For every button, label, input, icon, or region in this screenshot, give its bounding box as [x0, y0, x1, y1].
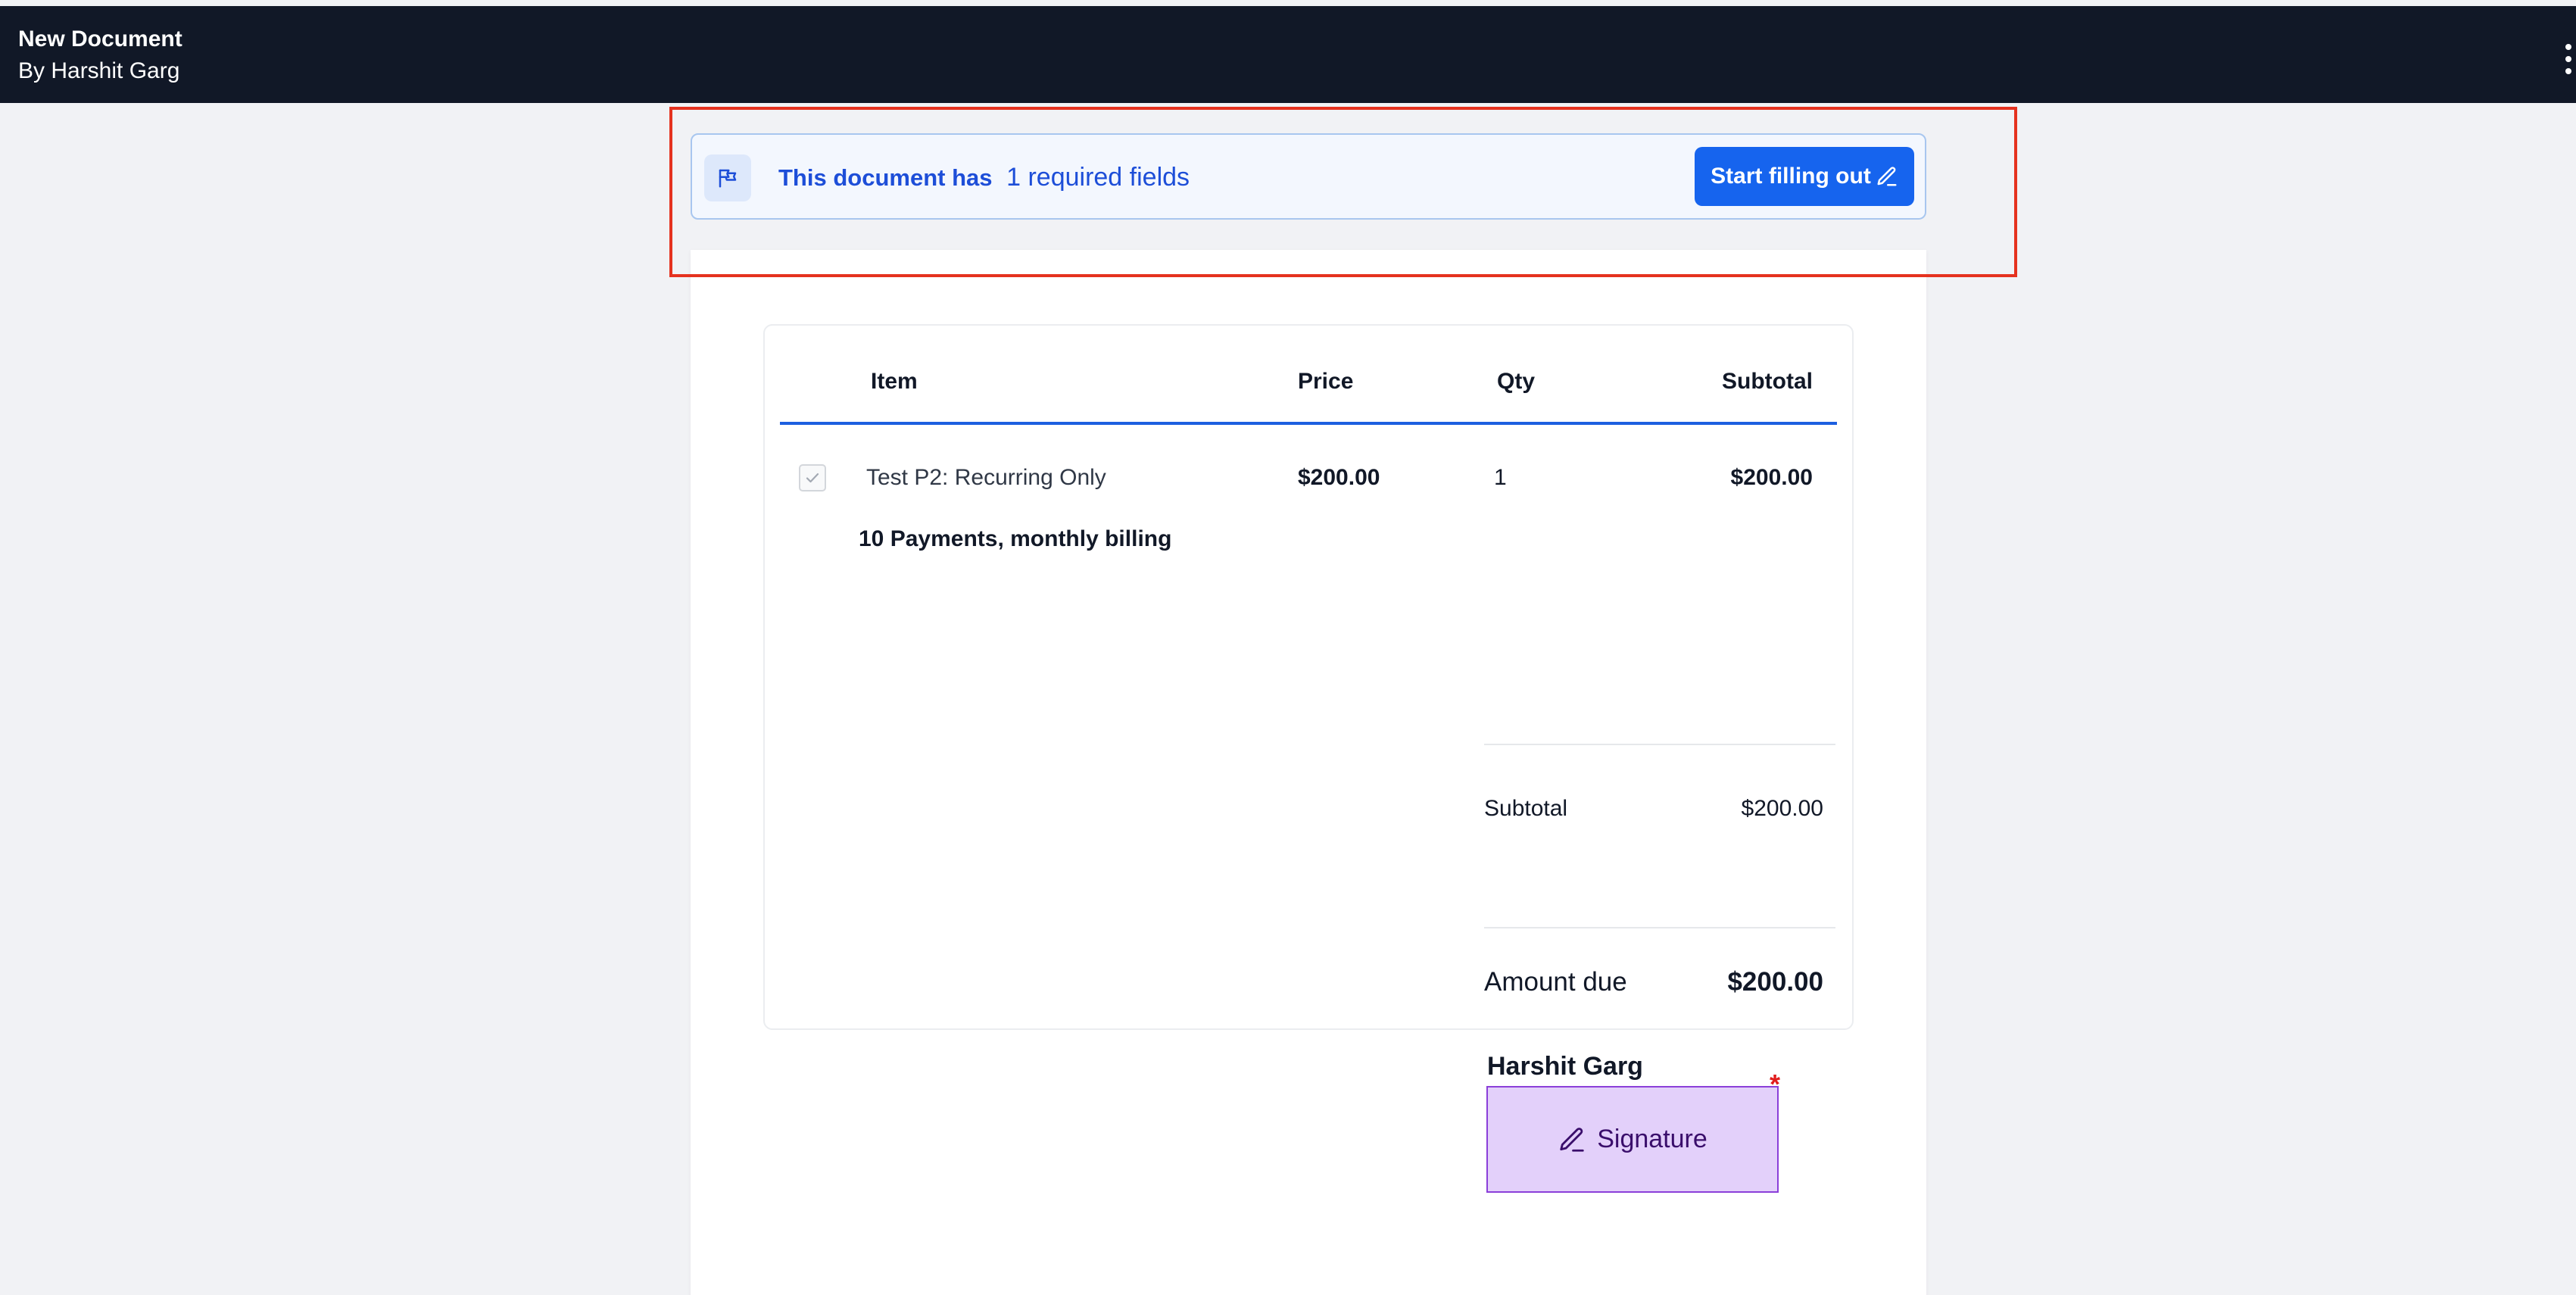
start-filling-out-label: Start filling out: [1711, 164, 1871, 189]
signature-field[interactable]: Signature: [1486, 1086, 1779, 1193]
pencil-icon: [1560, 1127, 1584, 1152]
subtotal-value: $200.00: [1741, 796, 1823, 821]
item-subtotal: $200.00: [1730, 465, 1813, 490]
pencil-icon: [1877, 167, 1897, 186]
required-asterisk: *: [1770, 1069, 1781, 1100]
amount-due-divider: [1484, 927, 1835, 928]
header-divider: [780, 422, 1837, 425]
subtotal-label: Subtotal: [1484, 796, 1568, 821]
signature-field-label: Signature: [1597, 1125, 1707, 1153]
amount-due-label: Amount due: [1484, 967, 1627, 997]
banner-message-lead: This document has: [778, 164, 993, 191]
item-checkbox[interactable]: [799, 464, 826, 491]
document-author: By Harshit Garg: [18, 58, 180, 83]
item-name: Test P2: Recurring Only: [866, 465, 1106, 490]
required-fields-banner: This document has 1 required fields Star…: [691, 133, 1926, 220]
item-billing-note: 10 Payments, monthly billing: [859, 526, 1172, 551]
column-header-qty: Qty: [1497, 369, 1536, 394]
document-title: New Document: [18, 27, 182, 51]
column-header-price: Price: [1298, 369, 1354, 394]
top-bar: New Document By Harshit Garg: [0, 6, 2576, 103]
column-header-item: Item: [871, 369, 918, 394]
start-filling-out-button[interactable]: Start filling out: [1695, 147, 1914, 206]
column-header-subtotal: Subtotal: [1722, 369, 1813, 394]
amount-due-value: $200.00: [1727, 967, 1823, 997]
item-qty: 1: [1494, 465, 1507, 490]
checkmark-icon: [806, 473, 819, 483]
subtotal-divider: [1484, 744, 1835, 745]
kebab-menu-icon[interactable]: [2561, 44, 2576, 74]
item-price: $200.00: [1298, 465, 1380, 490]
flag-icon: [704, 154, 751, 201]
banner-message: This document has 1 required fields: [778, 162, 1190, 193]
required-count: 1 required fields: [1006, 163, 1190, 192]
pricing-table: [763, 324, 1854, 1030]
signer-name: Harshit Garg: [1487, 1052, 1643, 1081]
